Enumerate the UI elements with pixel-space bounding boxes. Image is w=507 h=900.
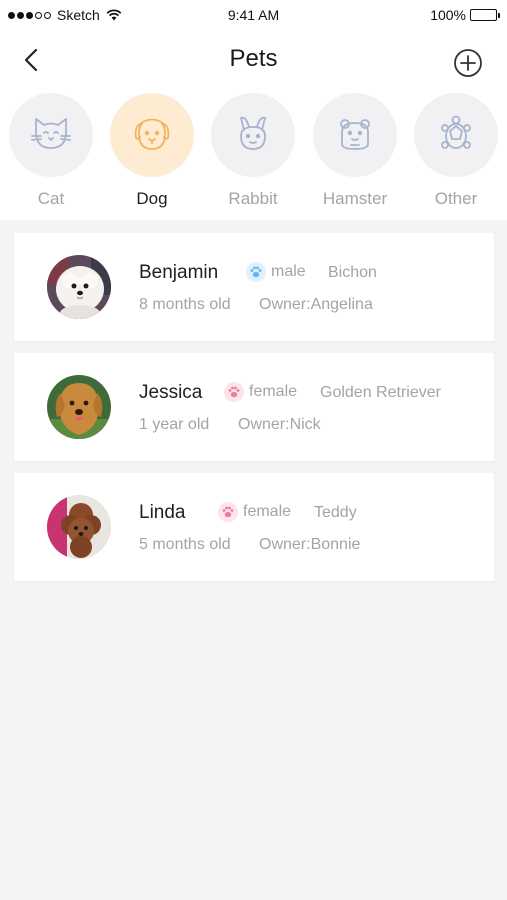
breed-label: Golden Retriever	[320, 384, 441, 401]
page-title: Pets	[229, 45, 278, 72]
category-rabbit[interactable]: Rabbit	[203, 93, 303, 209]
category-hamster-label: Hamster	[322, 189, 388, 208]
dog-icon	[134, 118, 170, 150]
avatar	[47, 255, 111, 319]
category-dog-label: Dog	[136, 189, 168, 208]
gender-label: male	[271, 263, 306, 280]
category-other-label: Other	[434, 189, 478, 208]
owner-label: Owner:Nick	[238, 416, 321, 433]
gender-label: female	[243, 503, 292, 520]
age-label: 1 year old	[139, 416, 210, 433]
plus-circle-icon	[454, 49, 482, 77]
owner-label: Owner:Angelina	[259, 296, 373, 313]
gender-tag: male	[246, 262, 306, 282]
status-right: 100%	[430, 7, 500, 23]
pet-name: Linda	[139, 502, 186, 523]
category-hamster[interactable]: Hamster	[305, 93, 405, 209]
paw-icon	[246, 262, 266, 282]
gender-tag: female	[218, 502, 291, 522]
breed-label: Teddy	[314, 504, 357, 521]
category-dog-circle	[110, 93, 194, 177]
gender-label: female	[249, 383, 298, 400]
breed-label: Bichon	[328, 264, 377, 281]
paw-icon	[218, 502, 238, 522]
status-bar: Sketch 9:41 AM 100%	[0, 0, 507, 30]
age-label: 8 months old	[139, 296, 231, 313]
category-cat[interactable]: Cat	[1, 93, 101, 209]
pet-name: Jessica	[139, 382, 203, 403]
pet-name: Benjamin	[139, 262, 219, 283]
pet-card-benjamin[interactable]: Benjamin male Bichon 8 months old Owner:…	[14, 233, 494, 341]
category-hamster-circle	[313, 93, 397, 177]
nav-bar: Pets	[0, 38, 507, 82]
category-rabbit-circle	[211, 93, 295, 177]
pet-card-jessica[interactable]: Jessica female Golden Retriever 1 year o…	[14, 353, 494, 461]
header-area: Sketch 9:41 AM 100% Pets Cat Dog Rabbit …	[0, 0, 507, 220]
turtle-icon	[441, 115, 471, 149]
rabbit-icon	[240, 116, 266, 150]
paw-icon	[224, 382, 244, 402]
avatar	[47, 495, 111, 559]
age-label: 5 months old	[139, 536, 231, 553]
category-selector: Cat Dog Rabbit Hamster Other	[0, 93, 507, 213]
pet-card-linda[interactable]: Linda female Teddy 5 months old Owner:Bo…	[14, 473, 494, 581]
hamster-icon	[340, 119, 370, 150]
battery-icon	[470, 9, 500, 21]
category-other-circle	[414, 93, 498, 177]
category-cat-circle	[9, 93, 93, 177]
owner-label: Owner:Bonnie	[259, 536, 361, 553]
avatar	[47, 375, 111, 439]
pet-list: Benjamin male Bichon 8 months old Owner:…	[14, 233, 494, 593]
cat-icon	[31, 118, 71, 149]
category-dog[interactable]: Dog	[102, 93, 202, 209]
add-pet-button[interactable]	[453, 48, 483, 78]
gender-tag: female	[224, 382, 297, 402]
category-rabbit-label: Rabbit	[228, 189, 278, 208]
battery-percent: 100%	[430, 7, 466, 23]
category-cat-label: Cat	[37, 189, 65, 208]
category-other[interactable]: Other	[406, 93, 506, 209]
